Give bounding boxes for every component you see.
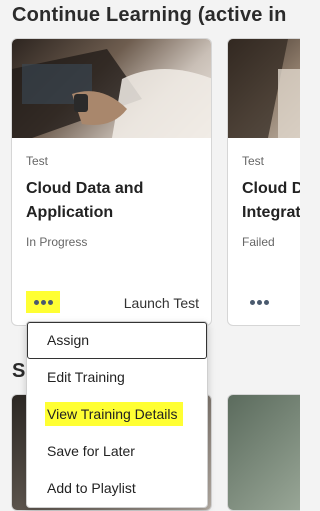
page: Continue Learning (active in Test Cloud …	[0, 0, 300, 511]
training-card[interactable]: Test Cloud D Integrat Failed	[227, 38, 300, 326]
menu-item-assign[interactable]: Assign	[27, 322, 207, 359]
card-title[interactable]: Cloud Data and Application	[26, 177, 201, 225]
more-options-button[interactable]	[242, 291, 276, 313]
dot-icon	[47, 299, 53, 305]
menu-item-save-for-later[interactable]: Save for Later	[27, 433, 207, 470]
dot-icon	[256, 299, 262, 305]
launch-test-link[interactable]: Launch Test	[124, 295, 199, 311]
thumbnail-image	[12, 49, 211, 138]
card-type: Test	[26, 154, 49, 168]
dot-icon	[40, 299, 46, 305]
dot-icon	[249, 299, 255, 305]
card-title-line: Integrat	[242, 204, 300, 221]
second-section-title: S	[12, 360, 26, 382]
card-thumbnail	[228, 39, 300, 138]
menu-item-edit-training[interactable]: Edit Training	[27, 359, 207, 396]
training-card-thumbnail[interactable]	[227, 394, 300, 511]
menu-item-label: Assign	[47, 332, 90, 348]
dot-icon	[263, 299, 269, 305]
menu-item-label: Save for Later	[47, 443, 135, 459]
card-title[interactable]: Cloud D Integrat	[242, 177, 300, 225]
menu-item-label: View Training Details	[45, 402, 184, 426]
card-type: Test	[242, 154, 265, 168]
training-card[interactable]: Test Cloud Data and Application In Progr…	[11, 38, 212, 326]
dot-icon	[33, 299, 39, 305]
more-options-button[interactable]	[26, 291, 60, 313]
menu-item-view-training-details[interactable]: View Training Details	[27, 396, 207, 433]
section-title: Continue Learning (active in	[12, 4, 287, 26]
menu-item-label: Edit Training	[47, 369, 125, 385]
card-status: Failed	[242, 235, 275, 249]
thumbnail-image	[228, 39, 300, 138]
card-status: In Progress	[26, 235, 88, 249]
card-title-line: Cloud D	[242, 180, 300, 197]
card-thumbnail	[12, 39, 211, 138]
menu-item-add-to-playlist[interactable]: Add to Playlist	[27, 470, 207, 507]
menu-item-label: Add to Playlist	[47, 480, 136, 496]
more-options-menu: Assign Edit Training View Training Detai…	[26, 321, 208, 508]
